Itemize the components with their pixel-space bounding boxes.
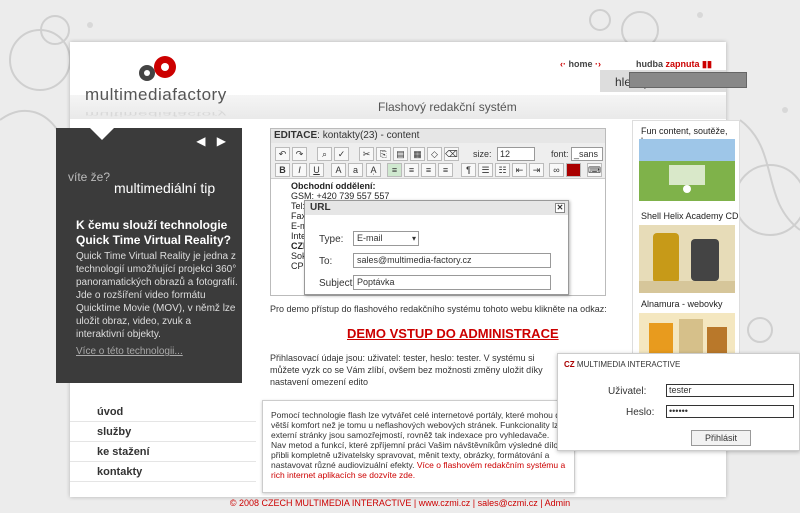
- czmi-logo: CZ MULTIMEDIA INTERACTIVE: [564, 360, 681, 369]
- indent-icon[interactable]: ⇥: [529, 163, 544, 177]
- tip-question: K čemu slouží technologie Quick Time Vir…: [76, 218, 231, 247]
- close-icon[interactable]: ✕: [555, 203, 565, 213]
- tip-notch: [90, 128, 114, 140]
- credentials-text: Přihlasovací údaje jsou: uživatel: teste…: [270, 353, 543, 387]
- logo-reflection: multimediafactory: [85, 110, 227, 118]
- references-sidebar: Fun content, soutěže, hry Shell Helix Ac…: [632, 120, 740, 370]
- ref-item-3-title[interactable]: Alnamura - webovky: [641, 299, 723, 309]
- paragraph-icon[interactable]: ¶: [461, 163, 476, 177]
- ref-item-2-title[interactable]: Shell Helix Academy CD: [641, 211, 739, 221]
- link-icon[interactable]: ∞: [549, 163, 564, 177]
- nav-item-kontakty[interactable]: kontakty: [70, 462, 256, 482]
- music-label: hudba: [636, 59, 663, 69]
- equalizer-icon: ▮▮: [702, 59, 712, 69]
- copy-icon[interactable]: ⎘: [376, 147, 391, 161]
- redo-icon[interactable]: ↷: [292, 147, 307, 161]
- flash-info-box: Pomocí technologie flash lze vytvářet ce…: [262, 400, 575, 493]
- chevron-down-icon: ▾: [411, 234, 416, 243]
- to-field[interactable]: sales@multimedia-factory.cz: [353, 253, 551, 268]
- paste-text-icon[interactable]: ▦: [410, 147, 425, 161]
- password-label: Heslo:: [626, 407, 655, 418]
- home-link[interactable]: ‹· home ·›: [560, 59, 601, 69]
- size-label: size:: [473, 149, 492, 159]
- nav-item-uvod[interactable]: úvod: [70, 402, 256, 422]
- justify-icon[interactable]: ≡: [438, 163, 453, 177]
- subject-label: Subject:: [319, 278, 356, 289]
- tip-nav-arrows-icon[interactable]: ◀ ▶: [196, 134, 230, 148]
- color-swatch-icon[interactable]: [566, 163, 581, 177]
- tip-title: multimediální tip: [114, 180, 216, 196]
- numbering-icon[interactable]: ☷: [495, 163, 510, 177]
- login-panel: CZ MULTIMEDIA INTERACTIVE Uživatel: test…: [557, 353, 800, 451]
- type-label: Type:: [319, 234, 344, 245]
- login-button[interactable]: Přihlásit: [691, 430, 751, 446]
- to-label: To:: [319, 256, 333, 267]
- align-center-icon[interactable]: ≡: [404, 163, 419, 177]
- type-select[interactable]: E-mail ▾: [353, 231, 419, 246]
- outdent-icon[interactable]: ⇤: [512, 163, 527, 177]
- home-arrow-icon: ‹·: [560, 59, 566, 69]
- subject-field[interactable]: Poptávka: [353, 275, 551, 290]
- nav-item-ke-stazeni[interactable]: ke stažení: [70, 442, 256, 462]
- font-select[interactable]: _sans: [571, 147, 603, 161]
- ref-item-1-image[interactable]: [639, 139, 735, 201]
- music-state: zapnuta: [665, 59, 700, 69]
- logo-text: multimediafactory: [85, 85, 227, 104]
- cut-icon[interactable]: ✂: [359, 147, 374, 161]
- font-label: font:: [551, 149, 569, 159]
- font-size-down-icon[interactable]: a: [348, 163, 363, 177]
- size-select[interactable]: 12: [497, 147, 535, 161]
- bullets-icon[interactable]: ☰: [478, 163, 493, 177]
- eraser-icon[interactable]: ◇: [427, 147, 442, 161]
- tip-more-link[interactable]: Více o této technologii...: [76, 346, 183, 357]
- demo-intro: Pro demo přístup do flashového redakčníh…: [270, 304, 607, 314]
- url-dialog: URL ✕ Type: E-mail ▾ To: sales@multimedi…: [304, 200, 569, 295]
- remove-format-icon[interactable]: ⌫: [444, 147, 459, 161]
- url-dialog-header: URL ✕: [305, 201, 568, 215]
- align-left-icon[interactable]: ≡: [387, 163, 402, 177]
- music-toggle[interactable]: hudba zapnuta ▮▮: [636, 59, 712, 70]
- editor-toolbar: ↶ ↷ ⌕ ✓ ✂ ⎘ ▤ ▦ ◇ ⌫ size: 12 font: _sans…: [271, 143, 605, 179]
- user-label: Uživatel:: [608, 386, 647, 397]
- undo-icon[interactable]: ↶: [275, 147, 290, 161]
- nav-item-sluzby[interactable]: služby: [70, 422, 256, 442]
- ref-item-2-image[interactable]: [639, 225, 735, 293]
- font-size-up-icon[interactable]: A: [331, 163, 346, 177]
- spellcheck-icon[interactable]: ✓: [334, 147, 349, 161]
- tip-body: Quick Time Virtual Reality je jedna z te…: [76, 251, 238, 340]
- find-icon[interactable]: ⌕: [317, 147, 332, 161]
- underline-icon[interactable]: U: [309, 163, 324, 177]
- main-nav: úvod služby ke stažení kontakty: [70, 402, 256, 482]
- bold-icon[interactable]: B: [275, 163, 290, 177]
- home-link-label: home: [568, 59, 593, 69]
- spell-a-icon[interactable]: Ạ: [366, 163, 381, 177]
- footer[interactable]: © 2008 CZECH MULTIMEDIA INTERACTIVE | ww…: [0, 498, 800, 508]
- tip-panel: ◀ ▶ víte že? multimediální tip K čemu sl…: [56, 128, 242, 383]
- editor-title: EDITACE: kontakty(23) - content: [271, 129, 605, 143]
- system-title: Flashový redakční systém: [378, 100, 517, 114]
- logo[interactable]: multimediafactory multimediafactory: [85, 55, 255, 118]
- demo-link[interactable]: DEMO VSTUP DO ADMINISTRACE: [347, 326, 559, 341]
- code-icon[interactable]: ⌨: [587, 163, 602, 177]
- search-input[interactable]: [629, 72, 747, 88]
- user-field[interactable]: tester: [666, 384, 794, 397]
- password-field[interactable]: ••••••: [666, 405, 794, 418]
- italic-icon[interactable]: I: [292, 163, 307, 177]
- gears-icon: [139, 56, 176, 81]
- align-right-icon[interactable]: ≡: [421, 163, 436, 177]
- paste-icon[interactable]: ▤: [393, 147, 408, 161]
- tip-kicker: víte že?: [68, 170, 111, 184]
